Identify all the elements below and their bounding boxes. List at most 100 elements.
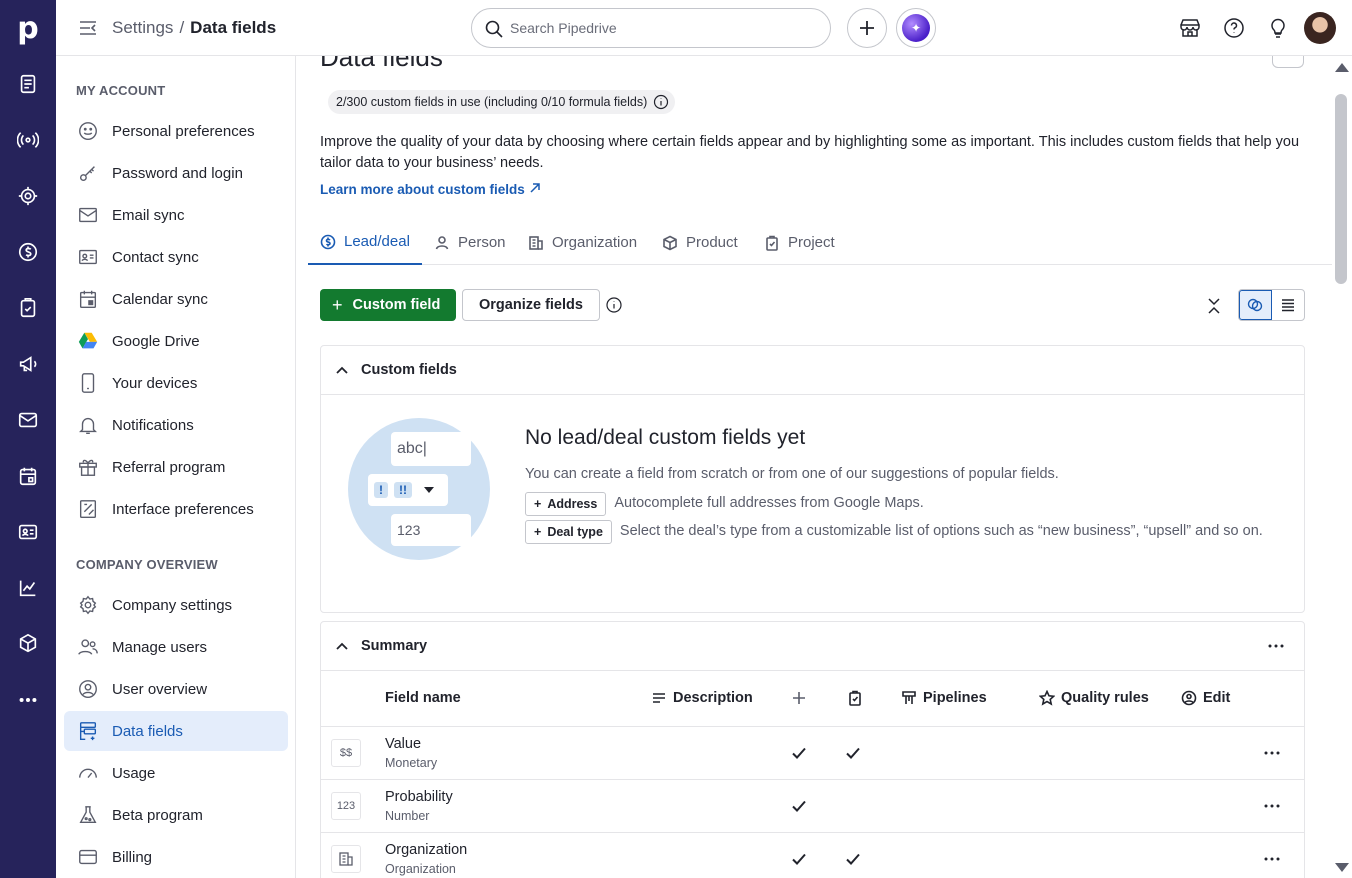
sidebar-item-password-login[interactable]: Password and login [64, 153, 288, 193]
add-custom-field-button[interactable]: + Custom field [320, 289, 457, 321]
products-icon[interactable] [14, 630, 42, 658]
tab-label: Project [788, 234, 835, 251]
tab-project[interactable]: Project [752, 220, 847, 265]
chevron-up-icon[interactable] [335, 363, 349, 377]
more-icon[interactable] [14, 686, 42, 714]
sidebar-item-calendar-sync[interactable]: Calendar sync [64, 279, 288, 319]
tasks-icon[interactable] [14, 294, 42, 322]
insights-icon[interactable] [14, 574, 42, 602]
tab-label: Person [458, 234, 506, 251]
help-icon[interactable] [1222, 16, 1246, 40]
chevron-up-icon[interactable] [335, 639, 349, 653]
search-placeholder: Search Pipedrive [510, 20, 617, 36]
suggestion-text: Autocomplete full addresses from Google … [614, 495, 924, 511]
box-icon [663, 235, 677, 250]
sidebar-item-referral-program[interactable]: Referral program [64, 447, 288, 487]
sidebar-item-your-devices[interactable]: Your devices [64, 363, 288, 403]
sidebar-item-interface-preferences[interactable]: Interface preferences [64, 489, 288, 529]
sidebar-item-beta-program[interactable]: Beta program [64, 795, 288, 835]
sidebar-item-contact-sync[interactable]: Contact sync [64, 237, 288, 277]
sidebar-item-notifications[interactable]: Notifications [64, 405, 288, 445]
info-icon[interactable] [653, 94, 669, 110]
deals-icon[interactable] [14, 126, 42, 154]
sidebar-item-company-settings[interactable]: Company settings [64, 585, 288, 625]
breadcrumb-settings[interactable]: Settings [112, 18, 173, 37]
tab-organization[interactable]: Organization [516, 220, 649, 265]
learn-more-link[interactable]: Learn more about custom fields [320, 182, 541, 197]
empty-state-illustration: abc| ! !! 123 [348, 418, 490, 560]
column-project-view[interactable] [847, 690, 869, 706]
summary-header[interactable]: Summary [321, 622, 1304, 671]
user-avatar[interactable] [1304, 12, 1336, 44]
field-type: Number [385, 809, 430, 823]
sidebar-item-personal-preferences[interactable]: Personal preferences [64, 111, 288, 151]
checkmark-icon [792, 853, 806, 865]
usage-text: 2/300 custom fields in use (including 0/… [336, 95, 648, 109]
sidebar-item-label: Your devices [112, 374, 198, 392]
sidebar-item-user-overview[interactable]: User overview [64, 669, 288, 709]
column-pipelines[interactable]: Pipelines [901, 690, 987, 706]
sidebar-item-google-drive[interactable]: Google Drive [64, 321, 288, 361]
page-scrollbar[interactable] [1332, 56, 1352, 878]
column-description[interactable]: Description [651, 690, 753, 706]
more-options-icon[interactable] [1262, 849, 1282, 869]
tab-lead-deal[interactable]: Lead/deal [308, 220, 422, 265]
list-view-icon [1281, 299, 1294, 312]
sidebar-item-data-fields[interactable]: Data fields [64, 711, 288, 751]
quick-add-button[interactable] [847, 8, 887, 48]
campaigns-icon[interactable] [14, 350, 42, 378]
column-edit[interactable]: Edit [1181, 690, 1230, 706]
contacts-icon[interactable] [14, 518, 42, 546]
entity-tabs: Lead/deal Person Organization Product Pr… [308, 220, 1332, 265]
leads-icon[interactable] [14, 70, 42, 98]
breadcrumb-current: Data fields [190, 18, 277, 37]
more-options-icon[interactable] [1266, 636, 1286, 656]
table-row[interactable]: Organization Organization [321, 833, 1304, 878]
pipedrive-logo[interactable]: p [0, 0, 56, 56]
calendar-icon[interactable] [14, 462, 42, 490]
sidebar-item-usage[interactable]: Usage [64, 753, 288, 793]
tab-product[interactable]: Product [650, 220, 750, 265]
list-view-button[interactable] [1272, 290, 1304, 320]
mail-icon[interactable] [14, 406, 42, 434]
more-options-icon[interactable] [1262, 796, 1282, 816]
search-input[interactable]: Search Pipedrive [471, 8, 831, 48]
more-options-icon[interactable] [1262, 743, 1282, 763]
column-quality-rules[interactable]: Quality rules [1039, 690, 1149, 706]
interface-icon [76, 497, 100, 521]
ai-assistant-button[interactable]: ✦ [896, 8, 936, 48]
money-icon[interactable] [14, 238, 42, 266]
table-row[interactable]: $$ Value Monetary [321, 727, 1304, 780]
scroll-up-icon[interactable] [1335, 63, 1349, 72]
tab-person[interactable]: Person [422, 220, 518, 265]
collapse-all-icon[interactable] [1204, 296, 1224, 316]
contact-card-icon [76, 245, 100, 269]
column-field-name[interactable]: Field name [385, 690, 461, 706]
scrollbar-thumb[interactable] [1335, 94, 1347, 284]
info-icon[interactable] [606, 297, 622, 313]
add-address-field-button[interactable]: + Address [525, 492, 607, 516]
custom-fields-header[interactable]: Custom fields [321, 346, 1304, 395]
checkmark-icon [792, 747, 806, 759]
clipboard-icon [766, 235, 778, 251]
credit-card-icon [76, 845, 100, 869]
grouped-view-button[interactable] [1239, 290, 1272, 320]
sidebar-item-manage-users[interactable]: Manage users [64, 627, 288, 667]
page-action-button[interactable] [1272, 56, 1304, 68]
scroll-down-icon[interactable] [1335, 863, 1349, 872]
field-name: Organization [385, 842, 468, 858]
chip-label: Address [547, 497, 598, 511]
number-field-icon: 123 [331, 792, 361, 820]
add-deal-type-field-button[interactable]: + Deal type [525, 520, 612, 544]
lightbulb-icon[interactable] [1266, 16, 1290, 40]
marketplace-icon[interactable] [1178, 16, 1202, 40]
sidebar-item-email-sync[interactable]: Email sync [64, 195, 288, 235]
collapse-menu-icon[interactable] [78, 18, 98, 38]
sidebar-item-billing[interactable]: Billing [64, 837, 288, 877]
activities-icon[interactable] [14, 182, 42, 210]
organize-fields-button[interactable]: Organize fields [462, 289, 600, 321]
table-row[interactable]: 123 Probability Number [321, 780, 1304, 833]
column-add-view[interactable] [791, 690, 813, 706]
illustration-number-field: 123 [391, 514, 471, 546]
column-label: Description [673, 690, 753, 706]
